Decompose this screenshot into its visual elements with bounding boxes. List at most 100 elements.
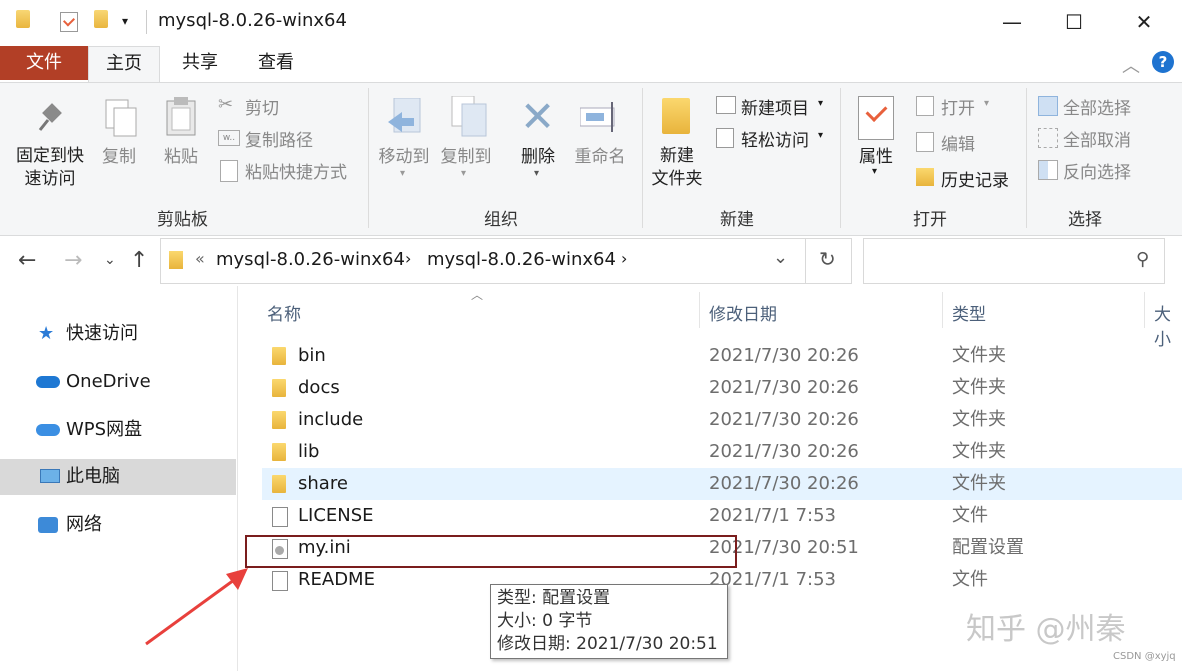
back-button[interactable]: ← (18, 248, 36, 273)
address-dropdown-icon[interactable]: ⌄ (773, 247, 788, 268)
file-name: docs (298, 377, 340, 398)
chevron-down-icon: ▾ (818, 130, 824, 141)
rename-button[interactable]: 重命名 (572, 146, 628, 169)
open-icon (916, 96, 934, 116)
recent-locations-button[interactable]: ⌄ (104, 252, 116, 268)
easy-access-button[interactable]: 轻松访问 (741, 126, 809, 151)
up-button[interactable]: ↑ (130, 248, 148, 273)
help-icon[interactable]: ? (1152, 51, 1174, 73)
nav-network[interactable]: 网络 (0, 507, 236, 543)
window-title: mysql-8.0.26-winx64 (158, 10, 347, 31)
column-header-name[interactable]: 名称 (267, 300, 301, 325)
forward-button[interactable]: → (64, 248, 82, 273)
nav-quick-access[interactable]: ★ 快速访问 (0, 316, 236, 352)
file-date: 2021/7/30 20:26 (709, 441, 859, 462)
delete-icon: ✕ (520, 92, 556, 141)
cut-button[interactable]: 剪切 (245, 94, 279, 119)
move-to-button[interactable]: 移动到 (374, 146, 434, 169)
breadcrumb-overflow[interactable]: « (195, 249, 205, 268)
column-header-date[interactable]: 修改日期 (709, 300, 777, 325)
file-row[interactable]: bin 2021/7/30 20:26 文件夹 (262, 340, 1182, 372)
invert-selection-button[interactable]: 反向选择 (1063, 158, 1131, 183)
tab-file[interactable]: 文件 (0, 46, 88, 80)
chevron-down-icon: ▾ (461, 168, 467, 179)
nav-onedrive[interactable]: OneDrive (0, 364, 236, 400)
file-icon (272, 571, 288, 591)
file-row[interactable]: LICENSE 2021/7/1 7:53 文件 (262, 500, 1182, 532)
edit-button[interactable]: 编辑 (941, 130, 975, 155)
search-box[interactable]: ⚲ (863, 238, 1165, 284)
file-name: share (298, 473, 348, 494)
minimize-button[interactable]: — (980, 0, 1044, 44)
folder-icon (16, 10, 30, 28)
cloud-icon (36, 376, 60, 388)
folder-icon (272, 379, 286, 397)
chevron-right-icon[interactable]: › (621, 249, 627, 268)
file-row[interactable]: include 2021/7/30 20:26 文件夹 (262, 404, 1182, 436)
column-header-type[interactable]: 类型 (952, 300, 986, 325)
group-label-open: 打开 (913, 210, 947, 230)
file-type: 文件夹 (952, 345, 1006, 366)
file-row[interactable]: docs 2021/7/30 20:26 文件夹 (262, 372, 1182, 404)
select-none-icon (1038, 128, 1058, 148)
search-icon[interactable]: ⚲ (1136, 249, 1149, 270)
customize-quick-access-icon[interactable]: ▾ (122, 14, 128, 28)
history-button[interactable]: 历史记录 (941, 166, 1009, 191)
file-row[interactable]: share 2021/7/30 20:26 文件夹 (262, 468, 1182, 500)
network-icon (38, 517, 58, 533)
collapse-ribbon-icon[interactable]: ︿ (1122, 52, 1140, 78)
column-divider[interactable] (699, 292, 700, 328)
copy-path-button[interactable]: 复制路径 (245, 126, 313, 151)
nav-wps[interactable]: WPS网盘 (0, 412, 236, 448)
file-row[interactable]: lib 2021/7/30 20:26 文件夹 (262, 436, 1182, 468)
divider (146, 10, 147, 34)
move-to-icon (388, 97, 428, 138)
nav-label: 网络 (66, 514, 102, 535)
delete-button[interactable]: 删除 (516, 146, 560, 169)
tooltip-type: 类型: 配置设置 (497, 588, 611, 608)
edit-icon (916, 132, 934, 152)
new-folder-quick-icon[interactable] (94, 10, 108, 28)
file-type: 文件夹 (952, 473, 1006, 494)
annotation-arrow (145, 568, 248, 646)
group-label-new: 新建 (720, 210, 754, 230)
rename-icon (579, 100, 622, 134)
paste-shortcut-button[interactable]: 粘贴快捷方式 (245, 158, 347, 183)
open-button[interactable]: 打开 (941, 94, 975, 119)
pin-icon (32, 102, 62, 136)
file-date: 2021/7/1 7:53 (709, 569, 836, 590)
copy-button[interactable]: 复制 (98, 146, 140, 169)
file-type: 文件 (952, 569, 988, 590)
chevron-down-icon: ▾ (400, 168, 406, 179)
select-all-button[interactable]: 全部选择 (1063, 94, 1131, 119)
copy-to-icon (450, 95, 490, 138)
refresh-icon[interactable]: ↻ (819, 247, 836, 271)
select-none-button[interactable]: 全部取消 (1063, 126, 1131, 151)
chevron-right-icon[interactable]: › (405, 249, 411, 268)
properties-quick-icon[interactable] (60, 12, 78, 32)
tab-home[interactable]: 主页 (88, 46, 160, 84)
new-folder-button[interactable]: 新建 文件夹 (646, 145, 708, 191)
star-icon: ★ (38, 323, 55, 344)
tab-share[interactable]: 共享 (168, 46, 232, 80)
maximize-button[interactable]: ☐ (1042, 0, 1106, 44)
close-button[interactable]: ✕ (1112, 0, 1176, 44)
pin-quick-access-button[interactable]: 固定到快 速访问 (10, 145, 90, 191)
paste-button[interactable]: 粘贴 (160, 146, 202, 169)
tab-view[interactable]: 查看 (244, 46, 308, 80)
column-divider[interactable] (1144, 292, 1145, 328)
file-type: 文件夹 (952, 441, 1006, 462)
file-date: 2021/7/30 20:26 (709, 377, 859, 398)
file-name: LICENSE (298, 505, 374, 526)
paste-shortcut-icon (220, 160, 238, 182)
file-date: 2021/7/30 20:26 (709, 409, 859, 430)
address-bar[interactable]: « mysql-8.0.26-winx64 › mysql-8.0.26-win… (160, 238, 852, 284)
breadcrumb-item[interactable]: mysql-8.0.26-winx64 (216, 249, 405, 270)
breadcrumb-item[interactable]: mysql-8.0.26-winx64 (427, 249, 616, 270)
copy-to-button[interactable]: 复制到 (436, 146, 496, 169)
column-divider[interactable] (942, 292, 943, 328)
new-item-button[interactable]: 新建项目 (741, 94, 809, 119)
nav-label: 快速访问 (66, 323, 138, 344)
copy-icon (104, 98, 137, 137)
nav-this-pc[interactable]: 此电脑 (0, 459, 236, 495)
